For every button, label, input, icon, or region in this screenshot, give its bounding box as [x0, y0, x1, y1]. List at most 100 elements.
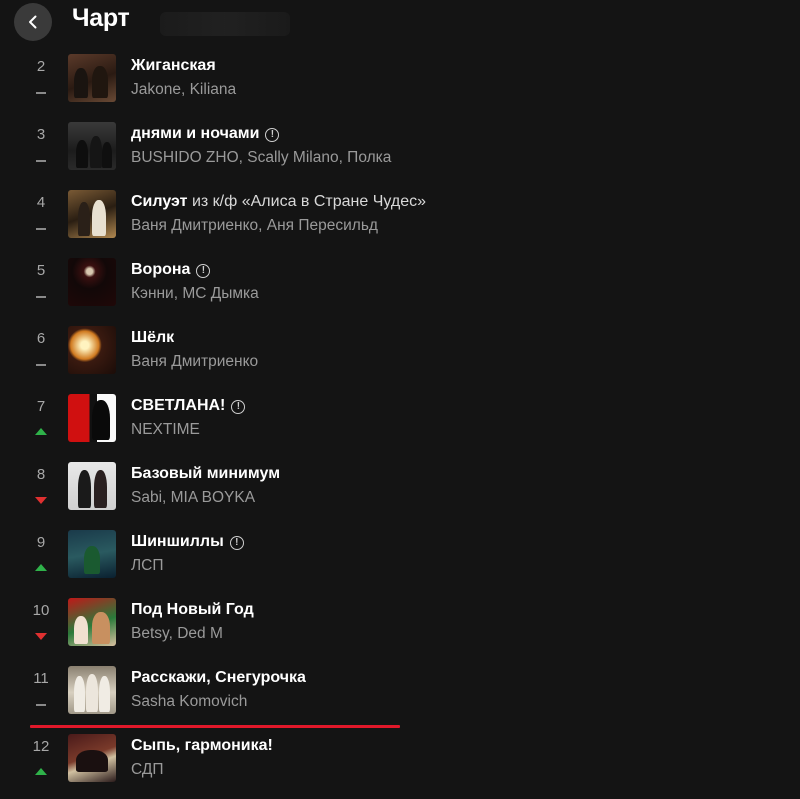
- trend-same-icon: [34, 155, 48, 165]
- track-artists[interactable]: Кэнни, MC Дымка: [131, 285, 259, 303]
- cover-figure: [94, 470, 107, 508]
- chart-position: 9: [36, 534, 46, 551]
- chart-divider-line: [30, 725, 400, 728]
- track-cover[interactable]: [68, 666, 116, 714]
- track-row[interactable]: 12 Сыпь, гармоника! СДП: [0, 734, 800, 794]
- track-cover[interactable]: [68, 394, 116, 442]
- chart-position: 11: [33, 670, 49, 687]
- track-row[interactable]: 3 днями и ночами! BUSHIDO ZHO, Scally Mila…: [0, 122, 800, 182]
- trend-up-icon: [34, 563, 48, 573]
- track-artists[interactable]: ЛСП: [131, 557, 164, 575]
- trend-same-icon: [34, 699, 48, 709]
- cover-figure: [86, 674, 98, 712]
- cover-figure: [92, 400, 110, 440]
- cover-figure: [90, 136, 102, 168]
- track-title[interactable]: Силуэт из к/ф «Алиса в Стране Чудес»: [131, 193, 426, 211]
- cover-figure: [78, 470, 91, 508]
- trend-up-icon: [34, 767, 48, 777]
- cover-figure: [92, 200, 106, 236]
- cover-figure: [74, 616, 88, 644]
- track-cover[interactable]: [68, 190, 116, 238]
- track-cover[interactable]: [68, 122, 116, 170]
- track-title[interactable]: Расскажи, Снегурочка: [131, 669, 306, 687]
- trend-down-icon: [34, 495, 48, 505]
- track-row[interactable]: 11 Расскажи, Снегурочка Sasha Komovich: [0, 666, 800, 726]
- track-artists[interactable]: Jakone, Kiliana: [131, 81, 236, 99]
- track-cover[interactable]: [68, 734, 116, 782]
- track-row[interactable]: 8 Базовый минимум Sabi, MIA BOYKA: [0, 462, 800, 522]
- trend-up-icon: [34, 427, 48, 437]
- track-cover[interactable]: [68, 462, 116, 510]
- track-title-text: Базовый минимум: [131, 465, 281, 482]
- trend-same-icon: [34, 291, 48, 301]
- chart-position: 5: [36, 262, 46, 279]
- track-title[interactable]: Базовый минимум: [131, 465, 280, 483]
- track-title-text: Силуэт: [131, 193, 188, 210]
- cover-figure: [102, 142, 112, 168]
- track-row[interactable]: 2 Жиганская Jakone, Kiliana: [0, 54, 800, 114]
- header-blur: [160, 12, 290, 36]
- cover-figure: [74, 676, 85, 712]
- chart-position: 6: [36, 330, 46, 347]
- chart-position: 8: [36, 466, 46, 483]
- chart-position: 10: [32, 602, 50, 619]
- explicit-icon: !: [265, 128, 280, 142]
- page-title: Чарт: [72, 4, 130, 32]
- track-artists[interactable]: Ваня Дмитриенко, Аня Пересильд: [131, 217, 378, 235]
- track-cover[interactable]: [68, 258, 116, 306]
- track-title[interactable]: Ворона!: [131, 261, 211, 279]
- back-button[interactable]: [14, 3, 52, 41]
- trend-same-icon: [34, 87, 48, 97]
- track-row[interactable]: 9 Шиншиллы! ЛСП: [0, 530, 800, 590]
- explicit-icon: !: [196, 264, 211, 278]
- chart-position: 4: [36, 194, 46, 211]
- chart-position: 12: [32, 738, 50, 755]
- cover-figure: [84, 546, 100, 574]
- cover-figure: [92, 66, 108, 98]
- trend-same-icon: [34, 359, 48, 369]
- chart-position: 7: [36, 398, 46, 415]
- track-artists[interactable]: Betsy, Ded M: [131, 625, 223, 643]
- chevron-left-icon: [29, 15, 37, 29]
- track-title[interactable]: Сыпь, гармоника!: [131, 737, 273, 755]
- track-cover[interactable]: [68, 326, 116, 374]
- track-title[interactable]: СВЕТЛАНА!!: [131, 397, 246, 415]
- track-title-text: Сыпь, гармоника!: [131, 737, 273, 754]
- track-artists[interactable]: Sabi, MIA BOYKA: [131, 489, 255, 507]
- track-artists[interactable]: NEXTIME: [131, 421, 200, 439]
- track-artists[interactable]: Ваня Дмитриенко: [131, 353, 258, 371]
- track-subtitle: из к/ф «Алиса в Стране Чудес»: [191, 193, 426, 210]
- track-title-text: Под Новый Год: [131, 601, 254, 618]
- track-row[interactable]: 10 Под Новый Год Betsy, Ded M: [0, 598, 800, 658]
- cover-figure: [78, 202, 90, 236]
- explicit-icon: !: [229, 536, 244, 550]
- cover-figure: [74, 68, 88, 98]
- track-artists[interactable]: Sasha Komovich: [131, 693, 247, 711]
- track-artists[interactable]: BUSHIDO ZHO, Scally Milano, Полка: [131, 149, 391, 167]
- track-cover[interactable]: [68, 598, 116, 646]
- track-title-text: Жиганская: [131, 57, 216, 74]
- track-title-text: СВЕТЛАНА!: [131, 397, 226, 414]
- track-row[interactable]: 5 Ворона! Кэнни, MC Дымка: [0, 258, 800, 318]
- track-artists[interactable]: СДП: [131, 761, 164, 779]
- track-title-text: Шёлк: [131, 329, 175, 346]
- track-row[interactable]: 7 СВЕТЛАНА!! NEXTIME: [0, 394, 800, 454]
- header: Чарт: [0, 0, 800, 44]
- track-title[interactable]: Жиганская: [131, 57, 216, 75]
- track-title[interactable]: днями и ночами!: [131, 125, 280, 143]
- cover-figure: [99, 676, 110, 712]
- cover-figure: [92, 612, 110, 644]
- trend-same-icon: [34, 223, 48, 233]
- explicit-icon: !: [231, 400, 246, 414]
- track-title-text: Расскажи, Снегурочка: [131, 669, 306, 686]
- track-row[interactable]: 4 Силуэт из к/ф «Алиса в Стране Чудес» Ван…: [0, 190, 800, 250]
- track-row[interactable]: 6 Шёлк Ваня Дмитриенко: [0, 326, 800, 386]
- track-title[interactable]: Шиншиллы!: [131, 533, 244, 551]
- track-title-text: днями и ночами: [131, 125, 260, 142]
- track-title[interactable]: Шёлк: [131, 329, 174, 347]
- track-cover[interactable]: [68, 530, 116, 578]
- track-cover[interactable]: [68, 54, 116, 102]
- track-title[interactable]: Под Новый Год: [131, 601, 254, 619]
- chart-position: 2: [36, 58, 46, 75]
- cover-figure: [76, 750, 108, 772]
